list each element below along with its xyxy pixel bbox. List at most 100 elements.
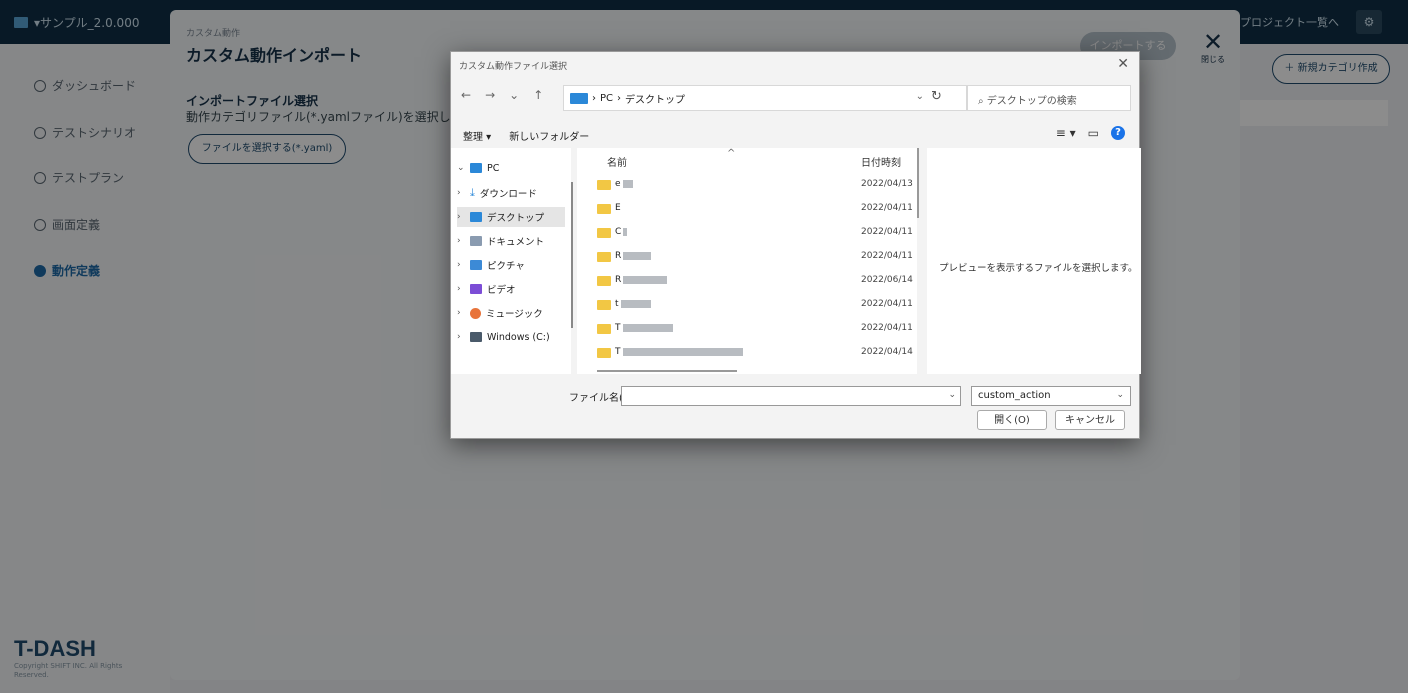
preview-pane-icon[interactable]: ▭ xyxy=(1088,126,1099,140)
list-item[interactable]: T 2022/04/14 xyxy=(597,344,913,358)
pc-icon xyxy=(570,92,588,104)
column-header-date[interactable]: 日付時刻 xyxy=(861,154,901,169)
back-icon[interactable]: ← xyxy=(461,88,471,102)
document-icon xyxy=(470,236,482,246)
organize-button[interactable]: 整理 ▾ xyxy=(463,128,491,143)
tree-label: Windows (C:) xyxy=(487,331,550,343)
search-icon: ⌕ xyxy=(978,96,984,107)
video-icon xyxy=(470,284,482,294)
list-item[interactable]: T 2022/04/11 xyxy=(597,320,913,340)
sort-up-icon: ^ xyxy=(727,148,736,159)
folder-icon xyxy=(597,300,611,310)
open-button[interactable]: 開く(O) xyxy=(977,410,1047,430)
file-name-text: C xyxy=(615,227,622,237)
search-input[interactable]: ⌕ デスクトップの検索 xyxy=(967,85,1131,111)
folder-icon xyxy=(597,348,611,358)
redacted xyxy=(622,347,743,356)
file-date: 2022/06/14 xyxy=(861,275,913,285)
folder-icon xyxy=(597,252,611,262)
chevron-right-icon[interactable]: › xyxy=(457,284,465,294)
nav-tree: ⌄ PC › ⤓ ダウンロード › デスクトップ › ドキュメント › ピクチャ… xyxy=(451,148,571,374)
view-menu-icon[interactable]: ≡ ▾ xyxy=(1056,126,1076,140)
folder-icon xyxy=(597,324,611,334)
chevron-right-icon[interactable]: › xyxy=(457,308,465,318)
file-name-text: T xyxy=(615,347,621,357)
file-dialog: カスタム動作ファイル選択 ✕ ← → ⌄ ↑ › PC › デスクトップ ⌄ ↻… xyxy=(450,51,1141,439)
chevron-down-icon[interactable]: ⌄ xyxy=(916,91,924,102)
breadcrumb-desktop[interactable]: デスクトップ xyxy=(625,91,685,106)
file-name-text: T xyxy=(615,323,621,333)
close-icon[interactable]: ✕ xyxy=(1117,56,1129,72)
chevron-right-icon[interactable]: › xyxy=(457,332,465,342)
list-item[interactable]: E 2022/04/11 xyxy=(597,200,913,220)
tree-item-desktop[interactable]: › デスクトップ xyxy=(457,207,565,227)
music-icon xyxy=(470,307,481,319)
folder-icon xyxy=(597,204,611,214)
file-name: T xyxy=(615,347,743,357)
up-icon[interactable]: ↑ xyxy=(533,88,543,102)
file-type-select[interactable]: custom_action ⌄ xyxy=(971,386,1131,406)
help-icon[interactable]: ? xyxy=(1111,126,1125,140)
chevron-right-icon[interactable]: › xyxy=(457,212,465,222)
chevron-right-icon[interactable]: › xyxy=(457,236,465,246)
breadcrumb-sep: › xyxy=(592,92,596,104)
tree-item-pc[interactable]: ⌄ PC xyxy=(457,158,565,178)
download-icon: ⤓ xyxy=(470,186,475,199)
list-item[interactable]: t 2022/04/11 xyxy=(597,296,913,316)
file-name: T xyxy=(615,323,673,333)
preview-message: プレビューを表示するファイルを選択します。 xyxy=(939,263,1138,274)
tree-label: ビデオ xyxy=(487,285,516,296)
redacted xyxy=(623,227,628,236)
file-name-text: R xyxy=(615,251,622,261)
desktop-icon xyxy=(470,212,482,222)
tree-item-pictures[interactable]: › ピクチャ xyxy=(457,255,565,275)
file-date: 2022/04/11 xyxy=(861,323,913,333)
column-divider xyxy=(917,148,919,218)
chevron-down-icon[interactable]: ⌄ xyxy=(948,390,956,400)
file-date: 2022/04/11 xyxy=(861,299,913,309)
file-name-text: t xyxy=(615,299,619,309)
tree-item-documents[interactable]: › ドキュメント xyxy=(457,231,565,251)
tree-item-downloads[interactable]: › ⤓ ダウンロード xyxy=(457,183,565,203)
filename-field[interactable]: ⌄ xyxy=(621,386,961,406)
folder-icon xyxy=(597,228,611,238)
address-bar[interactable]: › PC › デスクトップ ⌄ xyxy=(563,85,967,111)
tree-item-music[interactable]: › ミュージック xyxy=(457,303,565,323)
chevron-down-icon[interactable]: ⌄ xyxy=(509,88,519,102)
redacted xyxy=(623,251,652,260)
column-header-name[interactable]: 名前 xyxy=(607,154,627,169)
refresh-icon[interactable]: ↻ xyxy=(931,89,942,104)
tree-item-videos[interactable]: › ビデオ xyxy=(457,279,565,299)
picture-icon xyxy=(470,260,482,270)
list-item[interactable]: e 2022/04/13 xyxy=(597,176,913,196)
pc-icon xyxy=(470,163,482,173)
redacted xyxy=(623,275,668,284)
tree-label: PC xyxy=(487,162,500,174)
nav-buttons: ← → ⌄ ↑ xyxy=(461,88,543,102)
view-controls: ≡ ▾ ▭ ? xyxy=(1056,126,1125,140)
file-name: R xyxy=(615,275,668,285)
list-item[interactable]: R 2022/04/11 xyxy=(597,248,913,268)
tree-item-windows-c[interactable]: › Windows (C:) xyxy=(457,327,565,347)
tree-label: デスクトップ xyxy=(487,213,545,224)
chevron-right-icon[interactable]: › xyxy=(457,188,465,198)
forward-icon[interactable]: → xyxy=(485,88,495,102)
horizontal-scrollbar[interactable] xyxy=(597,370,737,372)
file-name: C xyxy=(615,227,628,237)
cancel-button[interactable]: キャンセル xyxy=(1055,410,1125,430)
breadcrumb-pc[interactable]: PC xyxy=(600,93,613,104)
chevron-down-icon: ⌄ xyxy=(1116,390,1124,400)
list-item[interactable]: R 2022/06/14 xyxy=(597,272,913,292)
file-name: R xyxy=(615,251,652,261)
chevron-right-icon[interactable]: › xyxy=(457,260,465,270)
new-folder-button[interactable]: 新しいフォルダー xyxy=(509,128,589,143)
file-name: e xyxy=(615,179,633,189)
redacted xyxy=(620,299,651,308)
dialog-title: カスタム動作ファイル選択 xyxy=(459,62,568,72)
file-date: 2022/04/14 xyxy=(861,347,913,357)
tree-scrollbar[interactable] xyxy=(571,182,573,328)
tree-label: ピクチャ xyxy=(487,261,525,272)
list-item[interactable]: C 2022/04/11 xyxy=(597,224,913,244)
file-date: 2022/04/13 xyxy=(861,179,913,189)
chevron-down-icon[interactable]: ⌄ xyxy=(457,163,465,173)
